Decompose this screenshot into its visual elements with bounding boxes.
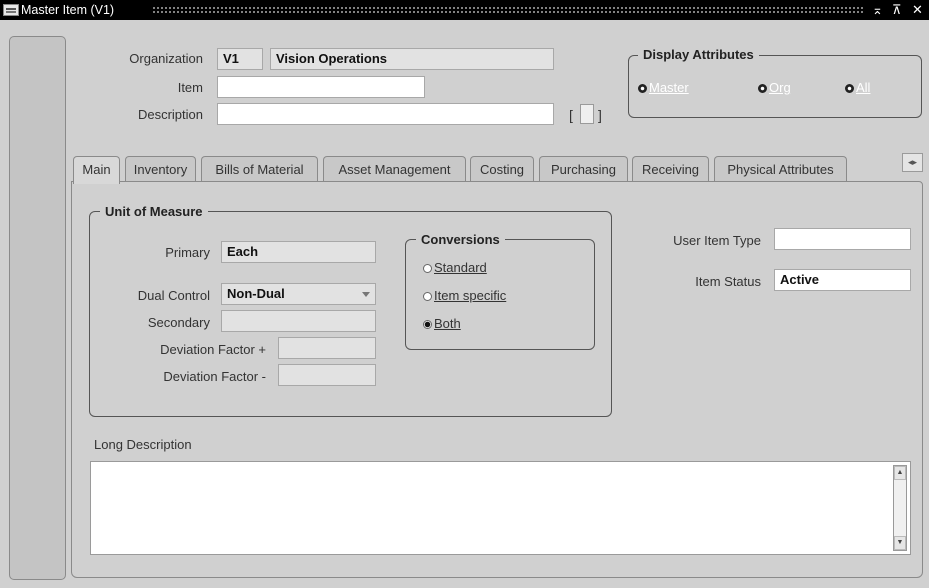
radio-both-dot (423, 320, 432, 329)
radio-item-specific[interactable]: Item specific (423, 288, 506, 304)
dual-control-label: Dual Control (137, 288, 210, 303)
radio-org-dot (758, 84, 767, 93)
flexfield-open-bracket: [ (569, 107, 573, 123)
radio-master[interactable]: Master (638, 80, 689, 96)
radio-org[interactable]: Org (758, 80, 791, 96)
description-field[interactable] (217, 103, 554, 125)
oracle-app-icon (3, 4, 19, 16)
deviation-factor-minus-label: Deviation Factor - (163, 369, 266, 384)
dual-control-dropdown[interactable]: Non-Dual (221, 283, 376, 305)
display-attributes-title: Display Attributes (638, 47, 759, 63)
primary-uom-field[interactable]: Each (221, 241, 376, 263)
radio-org-label: Org (769, 80, 791, 95)
secondary-uom-field[interactable] (221, 310, 376, 332)
window-title: Master Item (V1) (21, 3, 115, 17)
long-description-scrollbar[interactable]: ▲ ▼ (893, 465, 907, 551)
chevron-down-icon[interactable] (362, 292, 370, 297)
flexfield-button[interactable] (580, 104, 594, 124)
tab-bills-of-material[interactable]: Bills of Material (201, 156, 318, 182)
primary-label: Primary (165, 245, 210, 260)
radio-standard-label: Standard (434, 260, 487, 275)
conversions-title: Conversions (416, 232, 505, 248)
maximize-icon[interactable]: ⊼ (892, 0, 902, 20)
dual-control-value: Non-Dual (227, 286, 285, 301)
titlebar-grip (152, 6, 864, 14)
long-description-label: Long Description (94, 437, 192, 452)
minimize-icon[interactable]: ⌅ (872, 0, 883, 20)
item-status-label: Item Status (695, 274, 761, 289)
tab-costing[interactable]: Costing (470, 156, 534, 182)
left-panel (9, 36, 66, 580)
scroll-down-icon[interactable]: ▼ (894, 536, 906, 550)
flexfield-close-bracket: ] (598, 107, 602, 123)
organization-label: Organization (129, 51, 203, 66)
tab-purchasing[interactable]: Purchasing (539, 156, 628, 182)
conversions-group: Conversions Standard Item specific Both (405, 232, 595, 350)
radio-all-label: All (856, 80, 871, 95)
organization-name-field[interactable]: Vision Operations (270, 48, 554, 70)
display-attributes-group: Display Attributes Master Org All (628, 47, 922, 118)
radio-both-label: Both (434, 316, 461, 331)
radio-all-dot (845, 84, 854, 93)
item-field[interactable] (217, 76, 425, 98)
window-titlebar[interactable]: Master Item (V1) ⌅ ⊼ ✕ (0, 0, 929, 20)
long-description-textarea[interactable]: ▲ ▼ (90, 461, 911, 555)
tab-inventory[interactable]: Inventory (125, 156, 196, 182)
close-icon[interactable]: ✕ (912, 0, 923, 20)
tab-receiving[interactable]: Receiving (632, 156, 709, 182)
tab-main[interactable]: Main (73, 156, 120, 184)
tab-asset-management[interactable]: Asset Management (323, 156, 466, 182)
item-status-field[interactable]: Active (774, 269, 911, 291)
deviation-factor-minus-field[interactable] (278, 364, 376, 386)
deviation-factor-plus-field[interactable] (278, 337, 376, 359)
tab-scroll-icon[interactable]: ◂▸ (902, 153, 923, 172)
radio-master-dot (638, 84, 647, 93)
secondary-label: Secondary (147, 315, 210, 330)
radio-all[interactable]: All (845, 80, 870, 96)
radio-standard-dot (423, 264, 432, 273)
description-label: Description (137, 107, 203, 122)
organization-code-field[interactable]: V1 (217, 48, 263, 70)
user-item-type-label: User Item Type (673, 233, 761, 248)
radio-item-specific-label: Item specific (434, 288, 507, 303)
unit-of-measure-title: Unit of Measure (100, 204, 208, 220)
radio-item-specific-dot (423, 292, 432, 301)
deviation-factor-plus-label: Deviation Factor + (160, 342, 266, 357)
user-item-type-field[interactable] (774, 228, 911, 250)
radio-standard[interactable]: Standard (423, 260, 487, 276)
scroll-up-icon[interactable]: ▲ (894, 466, 906, 480)
item-label: Item (177, 80, 203, 95)
radio-both[interactable]: Both (423, 316, 461, 332)
tab-physical-attributes[interactable]: Physical Attributes (714, 156, 847, 182)
radio-master-label: Master (649, 80, 689, 95)
